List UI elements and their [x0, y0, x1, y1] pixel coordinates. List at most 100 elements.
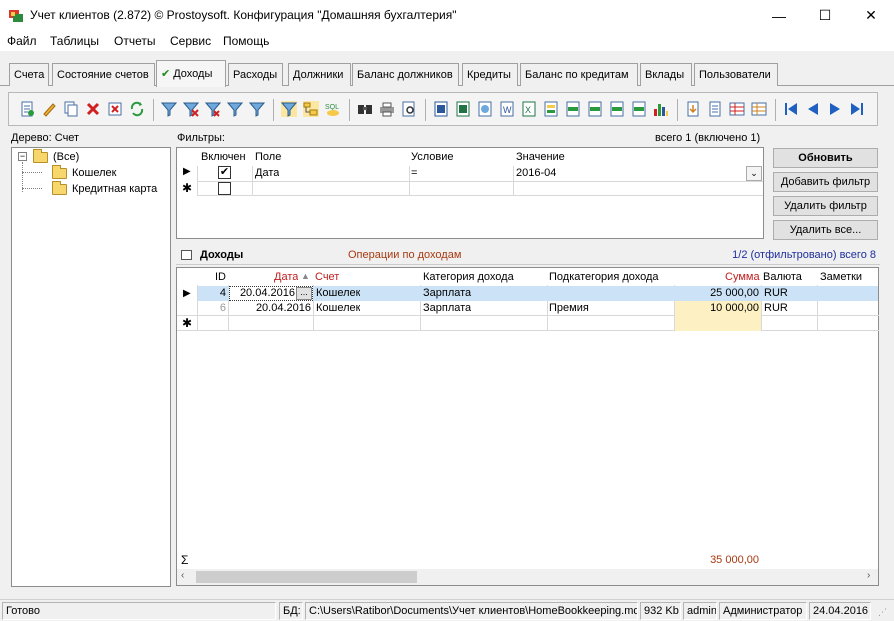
- tab-debtors[interactable]: Должники: [288, 63, 351, 86]
- cell-date[interactable]: 20.04.2016: [232, 302, 311, 314]
- export-excel-icon[interactable]: [455, 101, 471, 117]
- ellipsis-button[interactable]: ...: [296, 287, 312, 300]
- tab-income[interactable]: ✔ Доходы: [156, 60, 226, 87]
- delete-filter-button[interactable]: Удалить фильтр: [773, 196, 878, 216]
- tree-icon[interactable]: [303, 101, 319, 117]
- column-header-currency[interactable]: Валюта: [763, 271, 802, 283]
- column-header-subcategory[interactable]: Подкатегория дохода: [549, 271, 659, 283]
- print-icon[interactable]: [379, 101, 395, 117]
- cell-id[interactable]: 6: [198, 302, 226, 314]
- refresh-icon[interactable]: [129, 101, 145, 117]
- filter-value[interactable]: 2016-04: [516, 167, 556, 179]
- filter-condition[interactable]: =: [411, 167, 417, 179]
- refresh-button[interactable]: Обновить: [773, 148, 878, 168]
- delete-all-button[interactable]: Удалить все...: [773, 220, 878, 240]
- filter-edit-icon[interactable]: [227, 101, 243, 117]
- import-icon[interactable]: [685, 101, 701, 117]
- export-txt-icon[interactable]: [631, 101, 647, 117]
- delete-all-icon[interactable]: [107, 101, 123, 117]
- column-header-amount[interactable]: Сумма: [725, 271, 760, 283]
- filter-remove-icon[interactable]: [205, 101, 221, 117]
- print-preview-icon[interactable]: [401, 101, 417, 117]
- edit-icon[interactable]: [41, 101, 57, 117]
- export-rtf-icon[interactable]: W: [499, 101, 515, 117]
- sql-icon[interactable]: SQL: [325, 101, 341, 117]
- column-header-enabled: Включен: [201, 151, 246, 163]
- panel-icon: [181, 250, 192, 260]
- export-xls-icon[interactable]: X: [521, 101, 537, 117]
- export-xml-icon[interactable]: [565, 101, 581, 117]
- menu-tables[interactable]: Таблицы: [50, 34, 99, 48]
- cell-account[interactable]: Кошелек: [316, 287, 360, 299]
- scroll-left-icon[interactable]: ‹: [181, 570, 184, 581]
- column-header-category[interactable]: Категория дохода: [423, 271, 514, 283]
- cell-amount[interactable]: 25 000,00: [675, 287, 759, 299]
- report-edit-icon[interactable]: [751, 101, 767, 117]
- cell-account[interactable]: Кошелек: [316, 302, 360, 314]
- column-header-account[interactable]: Счет: [315, 271, 339, 283]
- new-record-icon[interactable]: [19, 101, 35, 117]
- import-file-icon[interactable]: [707, 101, 723, 117]
- export-csv-icon[interactable]: [543, 101, 559, 117]
- first-record-icon[interactable]: [783, 101, 799, 117]
- maximize-button[interactable]: ☐: [802, 0, 848, 31]
- tab-debtors-balance[interactable]: Баланс должников: [352, 63, 459, 86]
- export-html-icon[interactable]: [477, 101, 493, 117]
- tab-credits-balance[interactable]: Баланс по кредитам: [520, 63, 638, 86]
- close-button[interactable]: ✕: [848, 0, 894, 31]
- cell-amount[interactable]: 10 000,00: [675, 302, 759, 314]
- cell-id[interactable]: 4: [198, 287, 226, 299]
- menu-service[interactable]: Сервис: [170, 34, 211, 48]
- menu-help[interactable]: Помощь: [223, 34, 269, 48]
- column-header-id[interactable]: ID: [215, 271, 226, 283]
- tree-item-all[interactable]: (Все): [33, 148, 79, 165]
- tab-users[interactable]: Пользователи: [694, 63, 778, 86]
- last-record-icon[interactable]: [849, 101, 865, 117]
- menu-reports[interactable]: Отчеты: [114, 34, 155, 48]
- filter-options-icon[interactable]: [249, 101, 265, 117]
- copy-icon[interactable]: [63, 101, 79, 117]
- menu-file[interactable]: Файл: [7, 34, 37, 48]
- tab-deposits[interactable]: Вклады: [640, 63, 692, 86]
- chart-icon[interactable]: [653, 101, 669, 117]
- delete-icon[interactable]: [85, 101, 101, 117]
- cell-currency[interactable]: RUR: [764, 302, 788, 314]
- svg-text:W: W: [503, 105, 512, 115]
- next-record-icon[interactable]: [827, 101, 843, 117]
- filter-enabled-checkbox[interactable]: ✔: [218, 166, 231, 179]
- scroll-right-icon[interactable]: ›: [867, 570, 870, 581]
- report-icon[interactable]: [729, 101, 745, 117]
- tab-expenses[interactable]: Расходы: [228, 63, 283, 86]
- collapse-icon[interactable]: −: [18, 152, 27, 161]
- minimize-button[interactable]: —: [756, 0, 802, 31]
- tree-item-credit-card[interactable]: Кредитная карта: [52, 180, 157, 197]
- filter-active-icon[interactable]: [281, 101, 297, 117]
- cell-date[interactable]: 20.04.2016: [232, 287, 295, 299]
- cell-category[interactable]: Зарплата: [423, 287, 471, 299]
- tree-connector: [22, 172, 42, 173]
- export-mail-icon[interactable]: [609, 101, 625, 117]
- cell-category[interactable]: Зарплата: [423, 302, 471, 314]
- filter-clear-icon[interactable]: [183, 101, 199, 117]
- dropdown-arrow-icon[interactable]: ⌄: [746, 166, 762, 181]
- tab-account-status[interactable]: Состояние счетов: [52, 63, 155, 86]
- resize-grip-icon[interactable]: ⋰: [878, 607, 887, 618]
- filter-field[interactable]: Дата: [255, 167, 279, 179]
- tab-credits[interactable]: Кредиты: [462, 63, 518, 86]
- column-header-notes[interactable]: Заметки: [820, 271, 862, 283]
- export-word-icon[interactable]: [433, 101, 449, 117]
- filter-icon[interactable]: [161, 101, 177, 117]
- prev-record-icon[interactable]: [805, 101, 821, 117]
- column-header-date[interactable]: Дата: [274, 271, 298, 283]
- tab-label: Кредиты: [467, 69, 511, 81]
- find-icon[interactable]: [357, 101, 373, 117]
- cell-subcategory[interactable]: Премия: [549, 302, 589, 314]
- tab-accounts[interactable]: Счета: [9, 63, 49, 86]
- export-txt-icon[interactable]: [587, 101, 603, 117]
- cell-currency[interactable]: RUR: [764, 287, 788, 299]
- scrollbar-thumb[interactable]: [196, 571, 417, 583]
- add-filter-button[interactable]: Добавить фильтр: [773, 172, 878, 192]
- horizontal-scrollbar[interactable]: ‹ ›: [177, 569, 878, 585]
- new-filter-checkbox[interactable]: [218, 182, 231, 195]
- tree-item-wallet[interactable]: Кошелек: [52, 164, 116, 181]
